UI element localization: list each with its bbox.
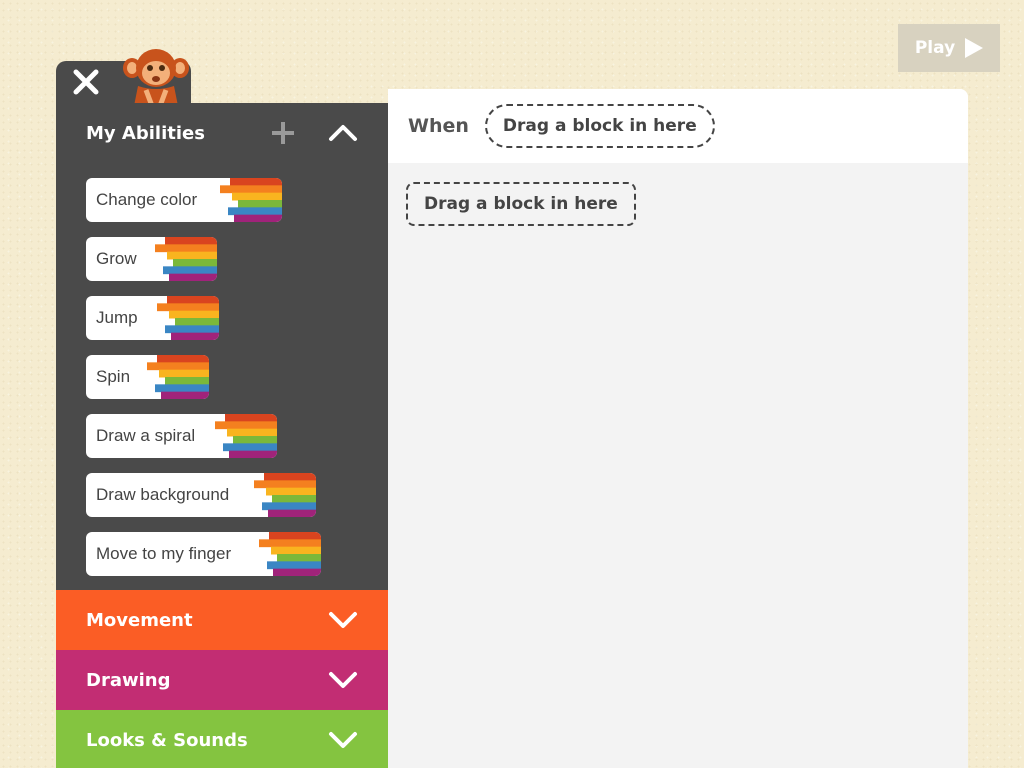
- when-trigger-bar: When Drag a block in here: [388, 89, 968, 163]
- rainbow-stripes-icon: [147, 355, 209, 399]
- close-icon[interactable]: [72, 68, 100, 96]
- ability-block[interactable]: Jump: [86, 296, 219, 340]
- ability-block[interactable]: Move to my finger: [86, 532, 321, 576]
- script-workspace: When Drag a block in here Drag a block i…: [388, 89, 968, 768]
- play-icon: [965, 38, 984, 58]
- ability-block[interactable]: Grow: [86, 237, 217, 281]
- ability-block-label: Move to my finger: [96, 544, 232, 563]
- play-button[interactable]: Play: [898, 24, 1000, 72]
- plus-icon[interactable]: [270, 120, 296, 146]
- ability-block-label: Grow: [96, 249, 137, 268]
- my-abilities-header[interactable]: My Abilities: [56, 103, 388, 163]
- rainbow-stripes-icon: [254, 473, 316, 517]
- rainbow-stripes-icon: [157, 296, 219, 340]
- ability-block[interactable]: Draw background: [86, 473, 316, 517]
- play-button-label: Play: [914, 38, 956, 58]
- category-looks-sounds[interactable]: Looks & Sounds: [56, 710, 388, 768]
- monkey-avatar: [123, 49, 189, 106]
- rainbow-stripes-icon: [215, 414, 277, 458]
- ability-block-label: Spin: [96, 367, 131, 386]
- ability-block[interactable]: Spin: [86, 355, 209, 399]
- ability-block-label: Jump: [96, 308, 138, 327]
- chevron-up-icon[interactable]: [328, 121, 358, 145]
- abilities-panel: My Abilities Change color Grow Jump Spin…: [56, 103, 388, 768]
- rainbow-stripes-icon: [155, 237, 217, 281]
- ability-block-list: Change color Grow Jump Spin Draw a spira…: [56, 163, 388, 576]
- chevron-down-icon[interactable]: [328, 728, 358, 752]
- category-movement[interactable]: Movement: [56, 590, 388, 650]
- rainbow-stripes-icon: [259, 532, 321, 576]
- ability-block-label: Draw background: [96, 485, 230, 504]
- chevron-down-icon[interactable]: [328, 668, 358, 692]
- when-drop-slot[interactable]: Drag a block in here: [484, 104, 715, 148]
- ability-block-label: Change color: [96, 190, 198, 209]
- chevron-down-icon[interactable]: [328, 608, 358, 632]
- rainbow-stripes-icon: [220, 178, 282, 222]
- when-label: When: [408, 115, 469, 137]
- ability-block-label: Draw a spiral: [96, 426, 196, 445]
- ability-block[interactable]: Change color: [86, 178, 282, 222]
- category-drawing[interactable]: Drawing: [56, 650, 388, 710]
- script-drop-slot[interactable]: Drag a block in here: [406, 182, 636, 226]
- ability-block[interactable]: Draw a spiral: [86, 414, 277, 458]
